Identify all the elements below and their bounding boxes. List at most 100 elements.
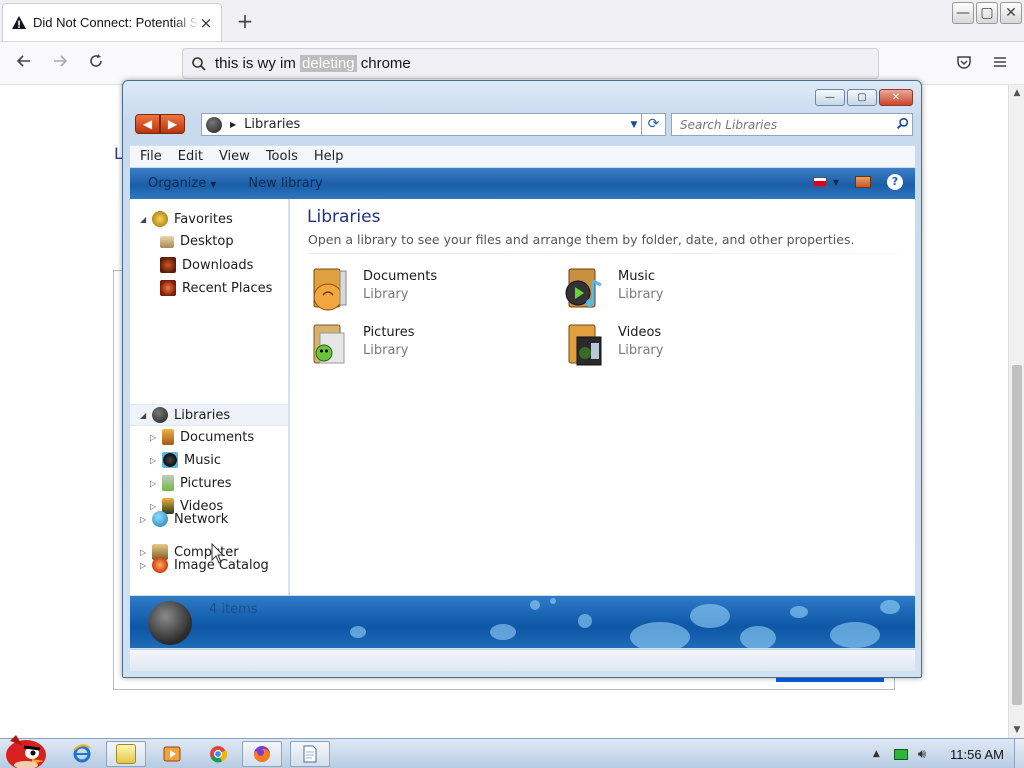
new-tab-button[interactable]: +	[234, 10, 256, 32]
explorer-window-controls: — ▢ ✕	[815, 89, 913, 106]
nav-recent-places[interactable]: Recent Places	[160, 280, 272, 296]
menu-tools[interactable]: Tools	[266, 149, 298, 164]
collapse-icon[interactable]: ◢	[140, 411, 152, 420]
address-dropdown-icon[interactable]: ▼	[627, 120, 641, 130]
page-scrollbar[interactable]: ▲ ▼	[1008, 85, 1024, 738]
browser-tab[interactable]: Did Not Connect: Potential Security Issu…	[2, 3, 222, 41]
back-button[interactable]	[12, 52, 36, 76]
reload-button[interactable]	[84, 52, 108, 76]
change-view-button[interactable]: ▼	[812, 177, 839, 187]
page-subtitle: Open a library to see your files and arr…	[308, 232, 855, 247]
nav-music[interactable]: ▷ Music	[150, 452, 221, 468]
new-library-button[interactable]: New library	[248, 176, 322, 191]
explorer-forward-button[interactable]: ▶	[160, 114, 185, 134]
chrome-icon	[210, 746, 228, 763]
menu-bar: File Edit View Tools Help	[130, 145, 915, 167]
media-player-icon	[163, 746, 181, 762]
taskbar-media-button[interactable]	[152, 741, 192, 767]
expand-icon[interactable]: ▷	[150, 502, 162, 511]
divider	[308, 253, 898, 254]
explorer-maximize-button[interactable]: ▢	[847, 89, 877, 106]
tile-name: Pictures	[363, 325, 415, 340]
nav-favorites[interactable]: ◢ Favorites	[140, 211, 233, 227]
refresh-button[interactable]: ⟳	[642, 113, 666, 136]
tile-kind: Library	[618, 343, 664, 358]
documents-icon	[162, 429, 174, 445]
explorer-back-button[interactable]: ◀	[135, 114, 160, 134]
taskbar-explorer-button[interactable]	[106, 741, 146, 767]
nav-network[interactable]: ▷ Network	[140, 511, 228, 527]
organize-button[interactable]: Organize ▼	[148, 176, 216, 191]
volume-icon[interactable]: 🔊︎	[918, 747, 926, 762]
url-bar[interactable]: this is wy im deleting chrome	[182, 48, 879, 79]
videos-library-icon	[568, 324, 602, 366]
network-globe-icon	[152, 511, 168, 527]
nav-downloads[interactable]: Downloads	[160, 257, 253, 273]
tray-expand-icon[interactable]: ▲	[873, 749, 880, 759]
library-tile-videos[interactable]: Videos Library	[565, 323, 805, 373]
expand-icon[interactable]: ▷	[140, 515, 152, 524]
tile-kind: Library	[618, 287, 664, 302]
tile-kind: Library	[363, 287, 409, 302]
library-tile-music[interactable]: Music Library	[565, 267, 805, 317]
search-placeholder: Search Libraries	[680, 117, 778, 132]
taskbar-notepad-button[interactable]	[290, 741, 330, 767]
forward-button[interactable]	[48, 52, 72, 76]
expand-icon[interactable]: ▷	[150, 456, 162, 465]
nav-pictures[interactable]: ▷ Pictures	[150, 475, 231, 491]
scroll-down-icon[interactable]: ▼	[1009, 722, 1024, 738]
expand-icon[interactable]: ▷	[140, 561, 152, 570]
maximize-button[interactable]: ▢	[976, 2, 998, 24]
menu-file[interactable]: File	[140, 149, 162, 164]
scrollbar-thumb[interactable]	[1012, 365, 1022, 705]
help-icon[interactable]: ?	[887, 174, 903, 190]
libraries-icon	[206, 116, 222, 133]
taskbar-ie-button[interactable]	[62, 741, 102, 767]
menu-view[interactable]: View	[219, 149, 250, 164]
explorer-window: — ▢ ✕ ◀ ▶ ▶ Libraries ▼ ⟳ Search Librari…	[122, 80, 922, 678]
menu-hamburger-icon[interactable]	[990, 54, 1010, 74]
taskbar-firefox-button[interactable]	[242, 741, 282, 767]
address-bar[interactable]: ▶ Libraries ▼	[201, 113, 642, 136]
search-input[interactable]: Search Libraries	[671, 113, 913, 136]
music-library-icon	[565, 268, 602, 308]
expand-icon[interactable]: ▷	[150, 433, 162, 442]
back-arrow-icon	[16, 55, 30, 67]
warning-icon	[12, 15, 26, 29]
collapse-icon[interactable]: ◢	[140, 215, 152, 224]
page-button-edge[interactable]	[776, 678, 884, 682]
breadcrumb-chevron-icon[interactable]: ▶	[230, 120, 236, 129]
view-icon	[812, 177, 827, 187]
taskbar-chrome-button[interactable]	[198, 741, 238, 767]
library-tile-pictures[interactable]: Pictures Library	[310, 323, 550, 373]
preview-pane-icon[interactable]	[855, 176, 871, 188]
menu-edit[interactable]: Edit	[178, 149, 203, 164]
firefox-icon	[254, 746, 270, 762]
show-desktop-button[interactable]	[1014, 739, 1024, 768]
nav-documents[interactable]: ▷ Documents	[150, 429, 254, 445]
chevron-down-icon: ▼	[210, 180, 217, 189]
pocket-icon[interactable]	[954, 54, 974, 74]
expand-icon[interactable]: ▷	[140, 548, 152, 557]
nav-desktop[interactable]: Desktop	[160, 234, 234, 249]
taskbar: ▲ 🔊︎ 11:56 AM	[0, 735, 1024, 768]
clock[interactable]: 11:56 AM	[950, 747, 1004, 762]
nav-libraries[interactable]: ◢ Libraries	[130, 404, 288, 426]
network-status-icon[interactable]	[893, 748, 908, 760]
scroll-up-icon[interactable]: ▲	[1009, 85, 1024, 101]
minimize-button[interactable]: —	[952, 2, 974, 24]
menu-help[interactable]: Help	[314, 149, 344, 164]
browser-nav-bar: this is wy im deleting chrome	[0, 42, 1024, 85]
nav-image-catalog[interactable]: ▷ Image Catalog	[140, 557, 269, 573]
explorer-close-button[interactable]: ✕	[879, 89, 913, 106]
close-button[interactable]: ✕	[1000, 2, 1022, 24]
downloads-icon	[160, 257, 176, 273]
search-icon[interactable]	[892, 117, 912, 133]
explorer-minimize-button[interactable]: —	[815, 89, 845, 106]
tile-name: Videos	[618, 325, 662, 340]
library-tile-documents[interactable]: Documents Library	[310, 267, 550, 317]
tab-close-icon[interactable]: ×	[199, 14, 213, 32]
mouse-cursor-icon	[211, 543, 225, 564]
start-button-angry-bird-icon[interactable]	[2, 731, 50, 768]
expand-icon[interactable]: ▷	[150, 479, 162, 488]
